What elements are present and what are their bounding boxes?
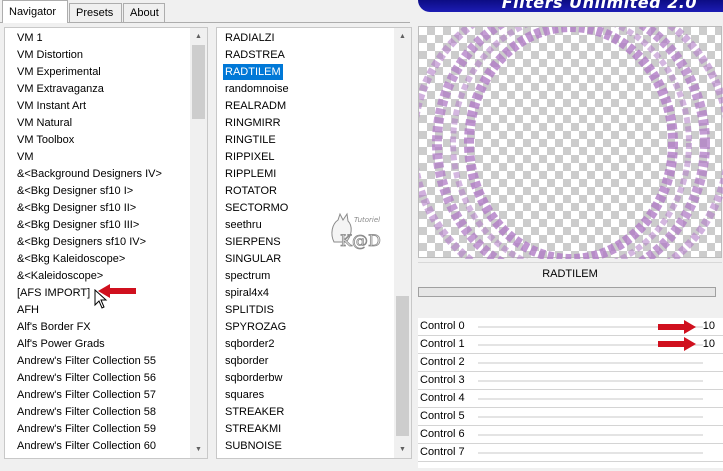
tab-about[interactable]: About (123, 3, 165, 22)
filter-list-item[interactable]: spectrum (223, 268, 272, 284)
selected-filter-name: RADTILEM (418, 262, 722, 284)
control-slider[interactable] (478, 452, 703, 454)
category-list-item[interactable]: [AFS IMPORT] (15, 285, 92, 301)
category-list-item[interactable]: VM 1 (15, 30, 45, 46)
control-value: 10 (702, 338, 715, 350)
filter-list-item[interactable]: sqborder2 (223, 336, 277, 352)
control-label: Control 2 (420, 356, 465, 368)
control-label: Control 7 (420, 446, 465, 458)
control-label: Control 5 (420, 410, 465, 422)
category-list-item[interactable]: Andrew's Filter Collection 57 (15, 387, 158, 403)
control-slider[interactable] (478, 416, 703, 418)
filter-list-item[interactable]: STREAKMI (223, 421, 283, 437)
filter-list-item[interactable]: RIPPLEMI (223, 166, 278, 182)
category-list-item[interactable]: Andrew's Filter Collection 59 (15, 421, 158, 437)
category-list-item[interactable]: &<Bkg Designer sf10 I> (15, 183, 135, 199)
filter-list-item[interactable]: SIERPENS (223, 234, 283, 250)
category-list-item[interactable]: Alf's Border FX (15, 319, 93, 335)
scroll-down-icon[interactable]: ▼ (394, 441, 411, 458)
filter-preview (418, 26, 723, 259)
progress-bar (418, 287, 716, 297)
filter-list-item[interactable]: RADSTREA (223, 47, 287, 63)
watermark-logo: Tutoriel K@D (328, 212, 398, 255)
category-list-item[interactable]: &<Bkg Designer sf10 III> (15, 217, 141, 233)
category-list-item[interactable]: &<Bkg Designers sf10 IV> (15, 234, 148, 250)
category-list-item[interactable]: VM Natural (15, 115, 74, 131)
right-arrow-annotation-icon (658, 337, 696, 351)
filter-list-item[interactable]: RINGMIRR (223, 115, 283, 131)
tab-navigator[interactable]: Navigator (2, 0, 68, 23)
category-list-item[interactable]: Alf's Power Grads (15, 336, 107, 352)
category-list-item[interactable]: VM Instant Art (15, 98, 88, 114)
tab-presets[interactable]: Presets (69, 3, 122, 22)
filter-list-item[interactable]: randomnoise (223, 81, 291, 97)
control-label: Control 1 (420, 338, 465, 350)
control-row-4[interactable]: Control 4 (418, 390, 723, 408)
category-list-item[interactable]: Andrew's Filter Collection 56 (15, 370, 158, 386)
control-row-5[interactable]: Control 5 (418, 408, 723, 426)
category-list-item[interactable]: VM Toolbox (15, 132, 76, 148)
filter-list-item[interactable]: sqborder (223, 353, 270, 369)
control-slider[interactable] (478, 362, 703, 364)
control-row-3[interactable]: Control 3 (418, 372, 723, 390)
category-list-item[interactable]: &<Background Designers IV> (15, 166, 164, 182)
filter-list-item[interactable]: sqborderbw (223, 370, 284, 386)
category-list-item[interactable]: Andrew's Filter Collection 55 (15, 353, 158, 369)
watermark-main-text: K@D (340, 231, 381, 250)
category-list-item[interactable]: VM (15, 149, 36, 165)
filter-list-item[interactable]: RADIALZI (223, 30, 277, 46)
control-row-7[interactable]: Control 7 (418, 444, 723, 462)
filter-list-item[interactable]: ROTATOR (223, 183, 279, 199)
category-list-item[interactable]: VM Extravaganza (15, 81, 106, 97)
control-row-2[interactable]: Control 2 (418, 354, 723, 372)
category-list-item[interactable]: &<Kaleidoscope> (15, 268, 105, 284)
category-list-item[interactable]: VM Experimental (15, 64, 103, 80)
filter-list-item[interactable]: STREAKER (223, 404, 286, 420)
filter-list-item[interactable]: seethru (223, 217, 264, 233)
filter-list-item[interactable]: RIPPIXEL (223, 149, 277, 165)
control-value: 10 (702, 320, 715, 332)
scroll-down-icon[interactable]: ▼ (190, 441, 207, 458)
control-row-6[interactable]: Control 6 (418, 426, 723, 444)
control-label: Control 4 (420, 392, 465, 404)
control-label: Control 0 (420, 320, 465, 332)
category-list[interactable]: VM 1 VM Distortion VM Experimental VM Extra… (4, 27, 208, 459)
control-slider[interactable] (478, 434, 703, 436)
category-list-item[interactable]: &<Bkg Kaleidoscope> (15, 251, 127, 267)
control-label: Control 3 (420, 374, 465, 386)
filter-list-item[interactable]: SINGULAR (223, 251, 283, 267)
scroll-up-icon[interactable]: ▲ (190, 28, 207, 45)
app-title: Filters Unlimited 2.0 (501, 0, 697, 12)
category-list-item[interactable]: &<Bkg Designer sf10 II> (15, 200, 138, 216)
filter-list-item[interactable]: SUBNOISE (223, 438, 284, 454)
control-slider[interactable] (478, 380, 703, 382)
control-slider[interactable] (478, 398, 703, 400)
filter-list-item[interactable]: squares (223, 387, 266, 403)
filter-list-item[interactable]: SPYROZAG (223, 319, 288, 335)
app-banner: Filters Unlimited 2.0 (410, 0, 723, 14)
tab-bar: Navigator Presets About (0, 0, 410, 23)
control-label: Control 6 (420, 428, 465, 440)
filter-list-item[interactable]: RINGTILE (223, 132, 278, 148)
filter-list-item[interactable]: SECTORMO (223, 200, 290, 216)
category-list-item[interactable]: Andrew's Filter Collection 60 (15, 438, 158, 454)
filter-list-item[interactable]: SPLITDIS (223, 302, 276, 318)
category-list-scrollbar[interactable]: ▲ ▼ (190, 28, 207, 458)
right-arrow-annotation-icon (658, 320, 696, 334)
watermark-small-text: Tutoriel (354, 216, 380, 224)
filter-list-item[interactable]: spiral4x4 (223, 285, 271, 301)
scroll-up-icon[interactable]: ▲ (394, 28, 411, 45)
preview-image (419, 27, 723, 259)
scrollbar-thumb[interactable] (192, 45, 205, 119)
category-list-item[interactable]: AFH (15, 302, 41, 318)
scrollbar-thumb[interactable] (396, 296, 409, 436)
cursor-icon (94, 289, 108, 309)
category-list-item[interactable]: Andrew's Filter Collection 58 (15, 404, 158, 420)
filter-list-item-selected[interactable]: RADTILEM (223, 64, 283, 80)
filter-list-item[interactable]: REALRADM (223, 98, 288, 114)
category-list-item[interactable]: VM Distortion (15, 47, 85, 63)
